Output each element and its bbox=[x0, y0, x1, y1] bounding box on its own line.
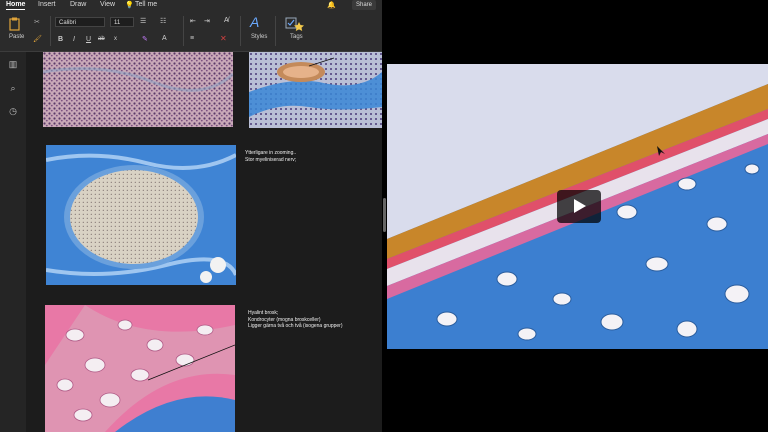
note-page[interactable]: Ytterligare in zooming.. Stor myeliniser… bbox=[26, 52, 382, 432]
scrollbar-thumb[interactable] bbox=[383, 198, 386, 232]
note-line: Stor myeliniserad nerv; bbox=[245, 156, 297, 163]
font-size-select[interactable]: 11 bbox=[110, 17, 134, 27]
italic-button[interactable]: I bbox=[73, 36, 75, 43]
ribbon: Paste ✂ 🖌 Calibri 11 B I U ab x ☰ ☷ ✎ A … bbox=[0, 12, 382, 52]
divider bbox=[183, 16, 184, 46]
onenote-window: Home Insert Draw View 💡 Tell me 🔔 Share … bbox=[0, 0, 382, 432]
navigation-sidebar: ▥ ⌕ ◷ bbox=[0, 52, 26, 432]
font-color-icon[interactable]: A bbox=[162, 35, 167, 42]
menu-bar: Home Insert Draw View 💡 Tell me 🔔 Share bbox=[0, 0, 382, 12]
align-icon[interactable]: ≡ bbox=[190, 35, 194, 42]
video-player[interactable] bbox=[387, 64, 768, 349]
styles-icon[interactable]: A bbox=[250, 14, 259, 30]
library-icon[interactable]: ▥ bbox=[7, 58, 19, 70]
note-line: Ytterligare in zooming.. bbox=[245, 150, 297, 156]
histology-image-lymph[interactable] bbox=[43, 52, 233, 127]
search-icon[interactable]: ⌕ bbox=[7, 82, 19, 94]
indent-icon[interactable]: ⇥ bbox=[204, 17, 210, 25]
histology-image-vessel[interactable] bbox=[249, 52, 382, 128]
styles-label[interactable]: Styles bbox=[251, 34, 267, 40]
tab-draw[interactable]: Draw bbox=[70, 1, 86, 8]
delete-icon[interactable]: ✕ bbox=[220, 34, 227, 43]
bullet-list-icon[interactable]: ☰ bbox=[140, 17, 146, 25]
tab-view[interactable]: View bbox=[100, 1, 115, 8]
numbered-list-icon[interactable]: ☷ bbox=[160, 17, 166, 25]
divider bbox=[240, 16, 241, 46]
note-line: Ligger gärna två och två (isogena gruppe… bbox=[248, 323, 343, 329]
cut-icon[interactable]: ✂ bbox=[34, 18, 40, 26]
bold-button[interactable]: B bbox=[58, 36, 63, 43]
nerve-notes[interactable]: Ytterligare in zooming.. Stor myeliniser… bbox=[245, 150, 296, 163]
histology-image-cartilage[interactable] bbox=[45, 305, 235, 432]
subscript-button[interactable]: x bbox=[114, 36, 117, 42]
lightbulb-icon: 💡 bbox=[125, 2, 134, 9]
clock-icon[interactable]: ◷ bbox=[7, 105, 19, 117]
outdent-icon[interactable]: ⇤ bbox=[190, 17, 196, 25]
strikethrough-button[interactable]: ab bbox=[98, 36, 105, 42]
cartilage-notes[interactable]: Hyalint brosk; Kondrocyter (mogna broskc… bbox=[248, 310, 343, 330]
tab-home[interactable]: Home bbox=[6, 1, 26, 10]
play-button[interactable] bbox=[557, 190, 601, 223]
format-painter-icon[interactable]: 🖌 bbox=[33, 35, 42, 43]
tab-insert[interactable]: Insert bbox=[38, 1, 56, 8]
tags-icon[interactable] bbox=[285, 16, 305, 32]
tell-me-field[interactable]: Tell me bbox=[135, 1, 157, 8]
histology-image-nerve[interactable] bbox=[46, 145, 236, 285]
divider bbox=[50, 16, 51, 46]
divider bbox=[275, 16, 276, 46]
tags-label[interactable]: Tags bbox=[290, 34, 303, 40]
share-button[interactable]: Share bbox=[351, 0, 376, 10]
underline-button[interactable]: U bbox=[86, 36, 91, 43]
paste-label: Paste bbox=[9, 34, 25, 40]
clear-format-icon[interactable]: A̸ bbox=[224, 17, 229, 24]
highlight-icon[interactable]: ✎ bbox=[142, 35, 148, 43]
paste-icon[interactable] bbox=[8, 17, 22, 31]
font-name-select[interactable]: Calibri bbox=[55, 17, 105, 27]
bell-icon[interactable]: 🔔 bbox=[327, 1, 336, 9]
